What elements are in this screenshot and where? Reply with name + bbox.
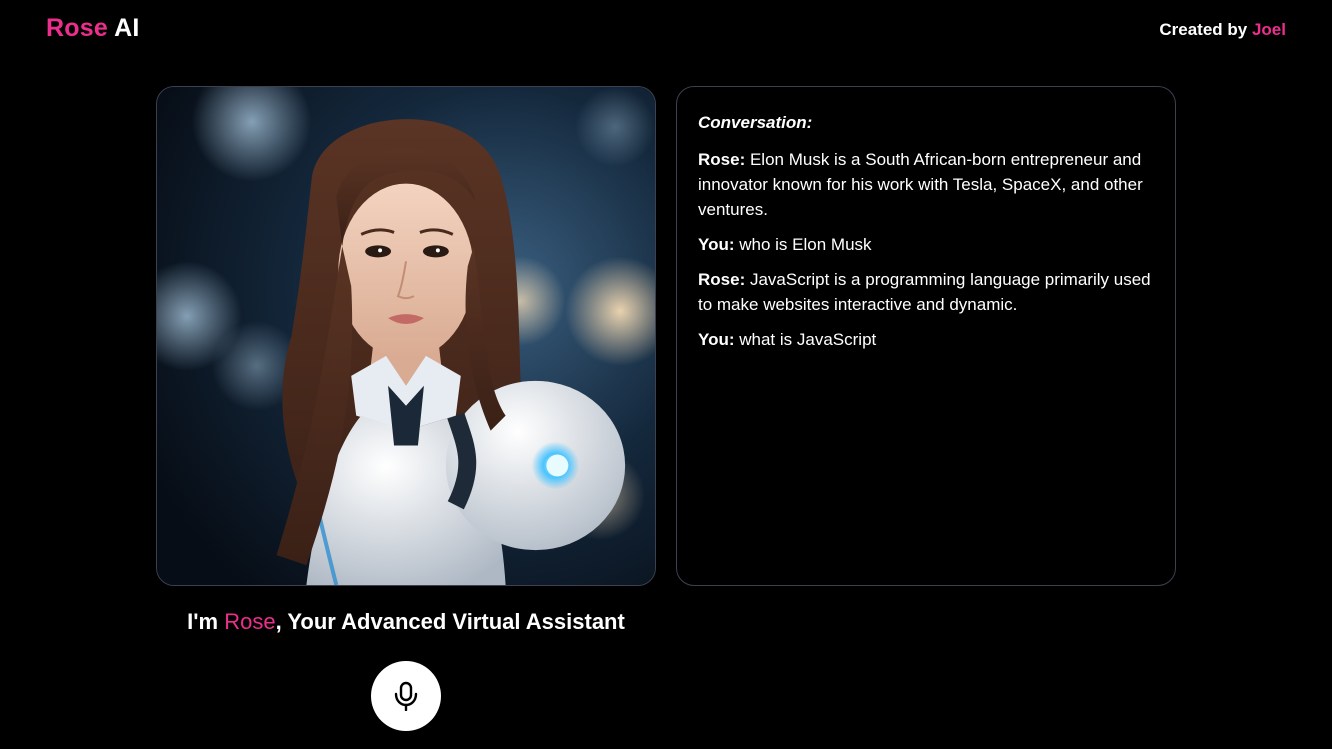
message-speaker: Rose: (698, 150, 746, 169)
assistant-tagline: I'm Rose, Your Advanced Virtual Assistan… (156, 609, 656, 635)
tagline-prefix: I'm (187, 609, 219, 634)
message-speaker: Rose: (698, 270, 746, 289)
message-item: You: who is Elon Musk (698, 232, 1155, 257)
brand-second: AI (114, 14, 140, 42)
message-text: who is Elon Musk (739, 235, 872, 254)
creator-credit: Created by Joel (1159, 20, 1286, 40)
message-speaker: You: (698, 235, 735, 254)
microphone-icon (394, 681, 418, 711)
conversation-panel: Conversation: Rose: Elon Musk is a South… (676, 86, 1176, 586)
message-speaker: You: (698, 330, 735, 349)
message-item: Rose: JavaScript is a programming langua… (698, 267, 1155, 317)
credit-prefix: Created by (1159, 20, 1248, 39)
tagline-name: Rose (224, 609, 276, 634)
robot-woman-portrait-icon (157, 87, 655, 585)
app-logo: Rose AI (46, 14, 140, 43)
microphone-button[interactable] (371, 661, 441, 731)
message-text: what is JavaScript (739, 330, 877, 349)
message-text: Elon Musk is a South African-born entrep… (698, 150, 1143, 219)
message-item: Rose: Elon Musk is a South African-born … (698, 147, 1155, 222)
brand-first: Rose (46, 14, 108, 42)
conversation-title: Conversation: (698, 113, 813, 132)
tagline-suffix: , Your Advanced Virtual Assistant (275, 609, 625, 634)
message-text: JavaScript is a programming language pri… (698, 270, 1151, 314)
assistant-avatar-image (156, 86, 656, 586)
message-item: You: what is JavaScript (698, 327, 1155, 352)
credit-name: Joel (1251, 20, 1286, 39)
